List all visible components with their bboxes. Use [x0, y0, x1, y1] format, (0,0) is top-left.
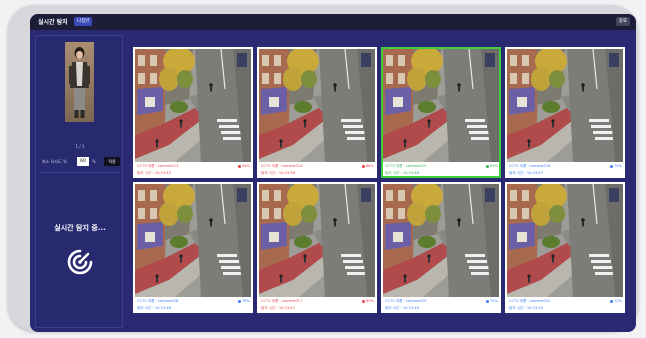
score-value: 76%	[242, 299, 250, 303]
detection-info: CCTV 이름 : camera014 탐지 시간 : 10:23:46 88%	[261, 163, 374, 178]
score-value: 88%	[366, 164, 374, 168]
detection-info: CCTV 이름 : camera020 탐지 시간 : 10:23:50 72%	[509, 298, 622, 313]
cctv-frame	[135, 49, 251, 162]
camera-name: CCTV 이름 : camera014	[261, 164, 303, 168]
camera-name: CCTV 이름 : camera019	[385, 299, 427, 303]
similarity-score: 79%	[610, 164, 622, 168]
detection-time: 탐지 시간 : 10:23:46	[385, 171, 420, 175]
target-panel: 1 / 1 최소 유사도 % 60 % 적용 실시간 탐지 중...	[35, 35, 123, 328]
threshold-label: 최소 유사도 %	[42, 159, 67, 164]
apply-button[interactable]: 적용	[104, 157, 120, 166]
app-screen: 실시간 탐지 나침반 종료 1 / 1 최소 유사도 % 60 % 적용 실시간…	[30, 14, 636, 332]
score-value: 74%	[490, 299, 498, 303]
top-bar: 실시간 탐지 나침반 종료	[30, 14, 636, 30]
score-value: 98%	[242, 164, 250, 168]
detection-time: 탐지 시간 : 10:23:50	[509, 306, 544, 310]
detection-card[interactable]: CCTV 이름 : camera015 탐지 시간 : 10:23:46 99%	[381, 47, 501, 178]
radar-search-icon	[67, 249, 93, 275]
detection-info: CCTV 이름 : camera015 탐지 시간 : 10:23:46 99%	[385, 163, 498, 178]
detection-info: CCTV 이름 : camera018 탐지 시간 : 10:23:48 76%	[137, 298, 250, 313]
status-dot-icon	[362, 299, 365, 303]
cctv-frame	[383, 49, 499, 162]
camera-name: CCTV 이름 : camera018	[137, 299, 179, 303]
threshold-unit: %	[92, 159, 96, 164]
detection-info: CCTV 이름 : camera013 탐지 시간 : 10:23:45 98%	[137, 163, 250, 178]
camera-name: CCTV 이름 : camera013	[137, 164, 179, 168]
cctv-frame	[383, 184, 499, 297]
cctv-frame	[259, 184, 375, 297]
camera-name: CCTV 이름 : camera017	[261, 299, 303, 303]
status-dot-icon	[238, 299, 241, 303]
detection-info: CCTV 이름 : camera019 탐지 시간 : 10:23:49 74%	[385, 298, 498, 313]
detection-time: 탐지 시간 : 10:23:47	[509, 171, 544, 175]
score-value: 89%	[366, 299, 374, 303]
detection-time: 탐지 시간 : 10:23:47	[261, 306, 296, 310]
similarity-score: 76%	[238, 299, 250, 303]
detection-card[interactable]: CCTV 이름 : camera017 탐지 시간 : 10:23:47 89%	[257, 182, 377, 313]
detection-grid: CCTV 이름 : camera013 탐지 시간 : 10:23:45 98%	[133, 47, 628, 325]
cctv-frame	[507, 49, 623, 162]
page-title: 실시간 탐지	[38, 19, 68, 26]
target-person-photo	[65, 42, 94, 122]
detection-info: CCTV 이름 : camera016 탐지 시간 : 10:23:47 79%	[509, 163, 622, 178]
detection-card[interactable]: CCTV 이름 : camera018 탐지 시간 : 10:23:48 76%	[133, 182, 253, 313]
detection-time: 탐지 시간 : 10:23:45	[137, 171, 172, 175]
status-dot-icon	[362, 164, 365, 168]
similarity-score: 74%	[486, 299, 498, 303]
score-value: 99%	[490, 164, 498, 168]
divider	[40, 172, 120, 173]
similarity-score: 99%	[486, 164, 498, 168]
tablet-frame: 실시간 탐지 나침반 종료 1 / 1 최소 유사도 % 60 % 적용 실시간…	[8, 5, 638, 332]
mode-button[interactable]: 나침반	[74, 17, 93, 26]
score-value: 79%	[614, 164, 622, 168]
similarity-score: 88%	[362, 164, 374, 168]
score-value: 72%	[614, 299, 622, 303]
status-dot-icon	[238, 164, 241, 168]
detection-card[interactable]: CCTV 이름 : camera020 탐지 시간 : 10:23:50 72%	[505, 182, 625, 313]
cctv-frame	[135, 184, 251, 297]
status-dot-icon	[486, 164, 489, 168]
exit-button[interactable]: 종료	[615, 17, 630, 26]
detection-card[interactable]: CCTV 이름 : camera019 탐지 시간 : 10:23:49 74%	[381, 182, 501, 313]
camera-name: CCTV 이름 : camera016	[509, 164, 551, 168]
detection-time: 탐지 시간 : 10:23:49	[385, 306, 420, 310]
page-indicator: 1 / 1	[75, 144, 85, 149]
threshold-input[interactable]: 60	[77, 157, 89, 166]
cctv-frame	[259, 49, 375, 162]
detection-card[interactable]: CCTV 이름 : camera014 탐지 시간 : 10:23:46 88%	[257, 47, 377, 178]
similarity-score: 98%	[238, 164, 250, 168]
detection-time: 탐지 시간 : 10:23:48	[137, 306, 172, 310]
status-dot-icon	[610, 299, 613, 303]
threshold-row: 최소 유사도 % 60 % 적용	[42, 157, 122, 167]
status-dot-icon	[610, 164, 613, 168]
detection-status-text: 실시간 탐지 중...	[54, 224, 106, 232]
camera-name: CCTV 이름 : camera015	[385, 164, 427, 168]
cctv-frame	[507, 184, 623, 297]
detection-info: CCTV 이름 : camera017 탐지 시간 : 10:23:47 89%	[261, 298, 374, 313]
detection-card[interactable]: CCTV 이름 : camera013 탐지 시간 : 10:23:45 98%	[133, 47, 253, 178]
camera-name: CCTV 이름 : camera020	[509, 299, 551, 303]
similarity-score: 72%	[610, 299, 622, 303]
detection-card[interactable]: CCTV 이름 : camera016 탐지 시간 : 10:23:47 79%	[505, 47, 625, 178]
detection-time: 탐지 시간 : 10:23:46	[261, 171, 296, 175]
similarity-score: 89%	[362, 299, 374, 303]
status-dot-icon	[486, 299, 489, 303]
